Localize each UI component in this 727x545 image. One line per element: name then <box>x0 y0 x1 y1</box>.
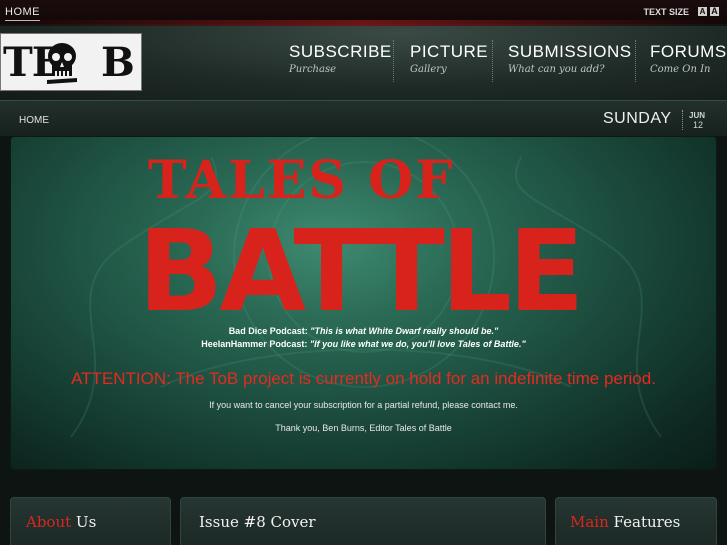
nav-divider <box>393 40 394 82</box>
nav-divider <box>635 40 636 82</box>
nav-subtitle: What can you add? <box>508 64 605 75</box>
quote-heelanhammer: HeelanHammer Podcast: "If you like what … <box>0 339 727 349</box>
breadcrumb[interactable]: HOME <box>19 115 49 126</box>
nav-subtitle: Come On In <box>650 64 711 75</box>
text-size-small-button[interactable]: A <box>698 7 707 16</box>
top-home-link[interactable]: HOME <box>5 6 40 21</box>
logo-battle: BATTLE <box>138 207 581 320</box>
site-logo[interactable]: TE B <box>0 33 142 91</box>
nav-title: SUBMISSIONS <box>508 42 632 61</box>
title-accent: Main <box>570 513 609 531</box>
editor-signoff: Thank you, Ben Burns, Editor Tales of Ba… <box>275 423 452 433</box>
quote-text: "If you like what we do, you'll love Tal… <box>309 339 526 349</box>
date-divider <box>682 110 683 130</box>
nav-subtitle: Purchase <box>289 64 337 75</box>
skull-icon <box>47 43 77 84</box>
nav-subtitle: Gallery <box>410 64 447 75</box>
text-size-label: TEXT SIZE <box>643 7 689 17</box>
tales-of-battle-logo: TALES OF BATTLE <box>138 150 585 320</box>
logo-text-right: B <box>101 39 135 86</box>
date-month: JUN <box>689 111 706 120</box>
quote-bad-dice: Bad Dice Podcast: "This is what White Dw… <box>0 326 727 336</box>
nav-submissions[interactable]: SUBMISSIONS What can you add? <box>508 42 632 75</box>
refund-note: If you want to cancel your subscription … <box>209 400 518 410</box>
text-size-large-button[interactable]: A <box>710 7 719 16</box>
title-rest: Us <box>71 513 97 531</box>
quote-source: Bad Dice Podcast: <box>228 326 311 336</box>
logo-tales-of: TALES OF <box>148 150 454 211</box>
quote-text: "This is what White Dwarf really should … <box>310 326 499 336</box>
nav-subscribe[interactable]: SUBSCRIBE Purchase <box>289 42 392 75</box>
nav-picture[interactable]: PICTURE Gallery <box>410 42 488 75</box>
date-day: SUNDAY <box>603 110 672 127</box>
about-us-title: About Us <box>26 513 96 531</box>
nav-forums[interactable]: FORUMS Come On In <box>650 42 727 75</box>
nav-title: PICTURE <box>410 42 489 61</box>
nav-title: SUBSCRIBE <box>289 42 392 61</box>
nav-title: FORUMS <box>650 42 727 61</box>
main-features-title: Main Features <box>570 513 680 531</box>
attention-notice: ATTENTION: The ToB project is currently … <box>71 369 656 388</box>
nav-divider <box>492 40 493 82</box>
issue-cover-title: Issue #8 Cover <box>199 513 316 531</box>
title-rest: Features <box>608 513 681 531</box>
quote-source: HeelanHammer Podcast: <box>201 339 310 349</box>
title-accent: About <box>26 513 72 531</box>
date-number: 12 <box>693 120 704 130</box>
